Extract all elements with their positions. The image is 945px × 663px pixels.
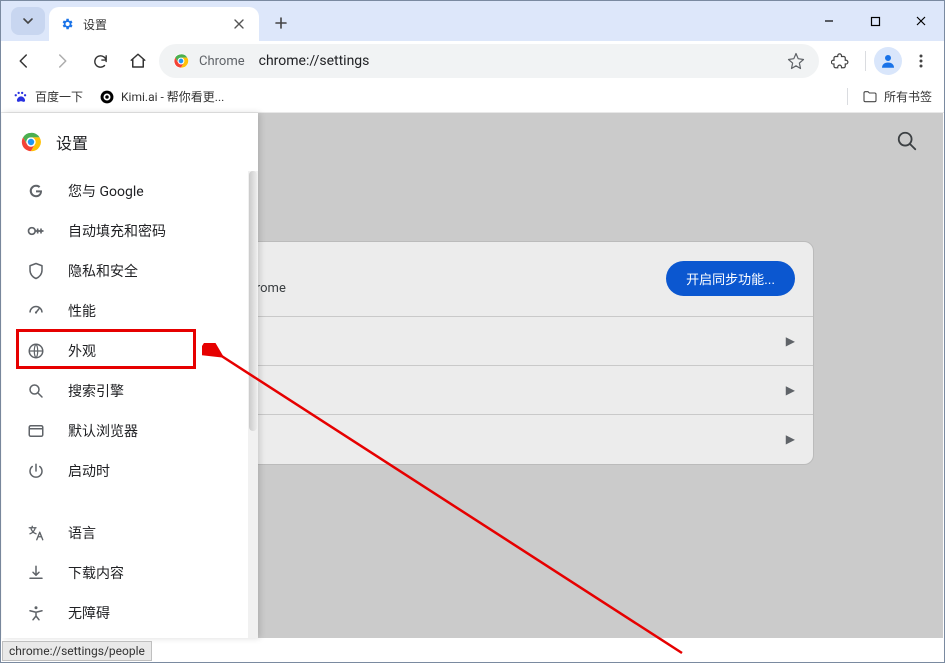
bookmark-kimi[interactable]: Kimi.ai - 帮你看更...	[99, 88, 224, 105]
tab-title: 设置	[83, 16, 221, 33]
web-icon	[26, 341, 46, 361]
gear-icon	[59, 16, 75, 32]
nav-on-startup[interactable]: 启动时	[2, 451, 250, 491]
nav-privacy-security[interactable]: 隐私和安全	[2, 251, 250, 291]
chevron-right-icon: ▶	[786, 334, 795, 348]
browser-tab-active[interactable]: 设置	[49, 7, 259, 41]
back-button[interactable]	[7, 44, 41, 78]
address-bar[interactable]: Chrome chrome://settings	[159, 44, 819, 78]
nav-label: 自动填充和密码	[68, 221, 166, 241]
nav-label: 您与 Google	[68, 181, 144, 201]
forward-button[interactable]	[45, 44, 79, 78]
bookmark-baidu[interactable]: 百度一下	[13, 88, 83, 105]
arrow-left-icon	[15, 52, 33, 70]
bookmark-label: 百度一下	[35, 88, 83, 105]
speedometer-icon	[26, 301, 46, 321]
nav-you-and-google[interactable]: 您与 Google	[2, 171, 250, 211]
home-icon	[129, 52, 147, 70]
bookmarks-bar: 百度一下 Kimi.ai - 帮你看更... 所有书签	[1, 81, 944, 113]
all-bookmarks-button[interactable]: 所有书签	[847, 88, 932, 105]
reload-icon	[92, 53, 109, 70]
nav-appearance[interactable]: 外观	[2, 331, 250, 371]
site-chip-label: Chrome	[199, 54, 245, 69]
nav-label: 性能	[68, 301, 96, 321]
separator	[865, 51, 866, 71]
nav-default-browser[interactable]: 默认浏览器	[2, 411, 250, 451]
chevron-right-icon: ▶	[786, 432, 795, 446]
nav-accessibility[interactable]: 无障碍	[2, 593, 250, 633]
puzzle-icon	[831, 52, 849, 70]
close-icon	[234, 19, 244, 29]
nav-label: 无障碍	[68, 603, 110, 623]
drawer-title: 设置	[56, 130, 88, 154]
power-icon	[26, 461, 46, 481]
chrome-chip-icon	[173, 53, 189, 69]
turn-on-sync-button[interactable]: 开启同步功能...	[666, 261, 795, 296]
nav-label: 默认浏览器	[68, 421, 138, 441]
nav-label: 外观	[68, 341, 96, 361]
folder-icon	[862, 89, 878, 105]
search-icon	[896, 130, 918, 152]
nav-languages[interactable]: 语言	[2, 513, 250, 553]
google-g-icon	[26, 181, 46, 201]
drawer-scrollbar-track	[248, 171, 258, 638]
chevron-right-icon: ▶	[786, 383, 795, 397]
close-icon	[915, 15, 927, 27]
drawer-scrollbar-thumb[interactable]	[249, 171, 257, 431]
status-bar-link-preview: chrome://settings/people	[2, 641, 152, 661]
all-bookmarks-label: 所有书签	[884, 88, 932, 105]
tab-close-button[interactable]	[229, 14, 249, 34]
arrow-right-icon	[53, 52, 71, 70]
browser-window-icon	[26, 421, 46, 441]
nav-label: 下载内容	[68, 563, 124, 583]
paw-icon	[13, 89, 29, 105]
nav-label: 隐私和安全	[68, 261, 138, 281]
new-tab-button[interactable]	[267, 9, 295, 37]
chrome-logo-icon	[20, 131, 42, 153]
window-controls	[806, 1, 944, 41]
home-button[interactable]	[121, 44, 155, 78]
window-close-button[interactable]	[898, 1, 944, 41]
nav-search-engine[interactable]: 搜索引擎	[2, 371, 250, 411]
accessibility-icon	[26, 603, 46, 623]
nav-downloads[interactable]: 下载内容	[2, 553, 250, 593]
search-icon	[26, 381, 46, 401]
window-maximize-button[interactable]	[852, 1, 898, 41]
nav-label: 语言	[68, 523, 96, 543]
window-titlebar: 设置	[1, 1, 944, 41]
profile-avatar-button[interactable]	[874, 47, 902, 75]
url-text: chrome://settings	[259, 53, 370, 69]
download-icon	[26, 563, 46, 583]
bookmark-star-button[interactable]	[787, 52, 805, 70]
person-icon	[879, 52, 897, 70]
tab-search-dropdown[interactable]	[11, 7, 45, 35]
star-icon	[787, 52, 805, 70]
nav-label: 启动时	[68, 461, 110, 481]
reload-button[interactable]	[83, 44, 117, 78]
settings-nav-drawer: 设置 您与 Google 自动填充和密码 隐私和安全 性能 外观	[2, 113, 258, 638]
translate-icon	[26, 523, 46, 543]
kimi-icon	[99, 89, 115, 105]
menu-button[interactable]	[904, 44, 938, 78]
bookmark-label: Kimi.ai - 帮你看更...	[121, 88, 224, 105]
shield-icon	[26, 261, 46, 281]
kebab-icon	[913, 53, 929, 69]
minimize-icon	[823, 15, 835, 27]
plus-icon	[274, 16, 288, 30]
browser-toolbar: Chrome chrome://settings	[1, 41, 944, 81]
nav-autofill[interactable]: 自动填充和密码	[2, 211, 250, 251]
settings-page: Google 的智能技术 同步并个性化设置 Chrome 开启同步功能... 服…	[2, 113, 943, 638]
key-icon	[26, 221, 46, 241]
nav-label: 搜索引擎	[68, 381, 124, 401]
chevron-down-icon	[22, 15, 34, 27]
drawer-header: 设置	[2, 113, 258, 171]
nav-performance[interactable]: 性能	[2, 291, 250, 331]
settings-search-button[interactable]	[895, 129, 919, 153]
extensions-button[interactable]	[823, 44, 857, 78]
window-minimize-button[interactable]	[806, 1, 852, 41]
maximize-icon	[870, 16, 881, 27]
